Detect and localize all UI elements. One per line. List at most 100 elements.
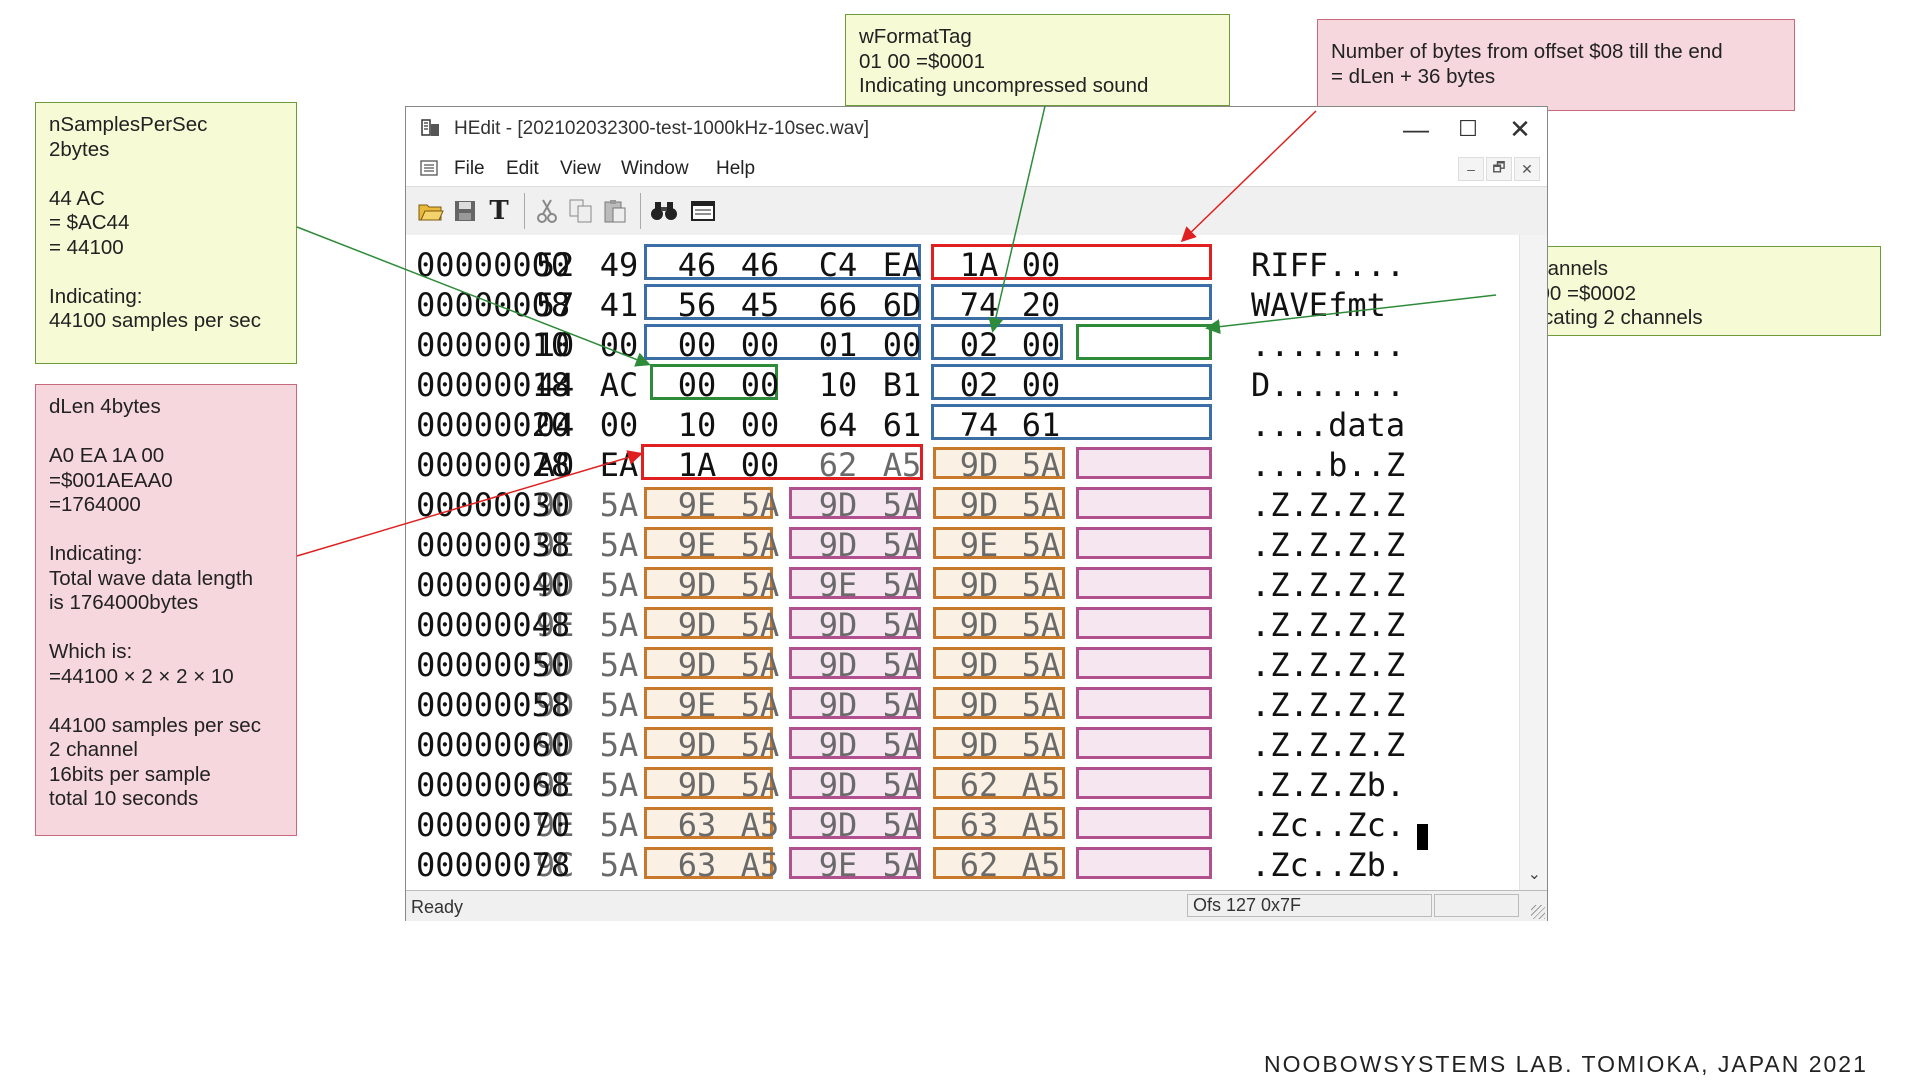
find-binoculars-icon[interactable]: [649, 195, 679, 227]
hex-byte[interactable]: 00: [734, 405, 786, 445]
hex-byte[interactable]: C4: [812, 245, 864, 285]
hex-editor-pane[interactable]: 52 49 46 46 C4 EA 1A 00 57 41 56 45 66 6D 74 20 10 00 00 00…: [406, 235, 1521, 890]
hex-byte[interactable]: 5A: [734, 765, 786, 805]
hex-byte[interactable]: 5A: [876, 805, 928, 845]
minimize-button[interactable]: —: [1390, 111, 1442, 147]
hex-byte[interactable]: 74: [953, 405, 1005, 445]
ascii-text[interactable]: .Z.Z.Z.Z: [1251, 525, 1405, 565]
paste-icon[interactable]: [600, 195, 630, 227]
hex-byte[interactable]: 46: [734, 245, 786, 285]
hex-byte[interactable]: 10: [812, 365, 864, 405]
hex-byte[interactable]: 5A: [593, 845, 645, 885]
hex-byte[interactable]: 5A: [593, 605, 645, 645]
ascii-text[interactable]: .Zc..Zc.: [1251, 805, 1405, 845]
hex-byte[interactable]: 62: [953, 845, 1005, 885]
ascii-text[interactable]: .Z.Z.Z.Z: [1251, 565, 1405, 605]
hex-byte[interactable]: 5A: [1015, 525, 1067, 565]
hex-byte[interactable]: 74: [953, 285, 1005, 325]
ascii-text[interactable]: ....data: [1251, 405, 1405, 445]
mdi-minimize-button[interactable]: –: [1458, 157, 1484, 181]
hex-byte[interactable]: 5A: [1015, 645, 1067, 685]
hex-byte[interactable]: 5A: [1015, 725, 1067, 765]
scroll-down-arrow-icon[interactable]: ⌄: [1528, 864, 1541, 884]
hex-byte[interactable]: 5A: [734, 525, 786, 565]
hex-byte[interactable]: 45: [734, 285, 786, 325]
ascii-text[interactable]: .Z.Z.Z.Z: [1251, 485, 1405, 525]
save-disk-icon[interactable]: [450, 195, 480, 227]
hex-byte[interactable]: 5A: [734, 605, 786, 645]
hex-byte[interactable]: 9D: [953, 685, 1005, 725]
ascii-text[interactable]: ........: [1251, 325, 1405, 365]
hex-byte[interactable]: A5: [1015, 845, 1067, 885]
maximize-button[interactable]: ☐: [1442, 111, 1494, 147]
hex-byte[interactable]: 5A: [593, 805, 645, 845]
title-bar[interactable]: HEdit - [202102032300-test-1000kHz-10sec…: [406, 107, 1547, 150]
hex-byte[interactable]: 5A: [876, 525, 928, 565]
hex-byte[interactable]: 46: [671, 245, 723, 285]
hex-byte[interactable]: 00: [671, 365, 723, 405]
hex-byte[interactable]: 5A: [734, 645, 786, 685]
hex-byte[interactable]: 5A: [593, 485, 645, 525]
hex-byte[interactable]: 5A: [734, 485, 786, 525]
hex-byte[interactable]: 5A: [876, 485, 928, 525]
menu-edit[interactable]: Edit: [506, 158, 539, 180]
hex-byte[interactable]: 61: [876, 405, 928, 445]
hex-byte[interactable]: A5: [1015, 805, 1067, 845]
hex-byte[interactable]: 62: [812, 445, 864, 485]
hex-byte[interactable]: 00: [734, 365, 786, 405]
hex-byte[interactable]: 00: [671, 325, 723, 365]
ascii-text[interactable]: ....b..Z: [1251, 445, 1405, 485]
hex-byte[interactable]: EA: [876, 245, 928, 285]
hex-byte[interactable]: 5A: [1015, 605, 1067, 645]
hex-byte[interactable]: 6D: [876, 285, 928, 325]
hex-byte[interactable]: 5A: [593, 725, 645, 765]
hex-byte[interactable]: 9D: [671, 645, 723, 685]
hex-byte[interactable]: 9D: [812, 525, 864, 565]
hex-byte[interactable]: 9D: [953, 645, 1005, 685]
hex-byte[interactable]: EA: [593, 445, 645, 485]
hex-byte[interactable]: 41: [593, 285, 645, 325]
ascii-text[interactable]: .Z.Z.Z.Z: [1251, 605, 1405, 645]
hex-byte[interactable]: 5A: [876, 725, 928, 765]
hex-byte[interactable]: 9E: [953, 525, 1005, 565]
hex-byte[interactable]: 5A: [1015, 565, 1067, 605]
hex-byte[interactable]: 5A: [876, 565, 928, 605]
hex-byte[interactable]: 9E: [671, 485, 723, 525]
menu-view[interactable]: View: [560, 158, 601, 180]
hex-byte[interactable]: 1A: [953, 245, 1005, 285]
hex-byte[interactable]: 9D: [812, 685, 864, 725]
copy-icon[interactable]: [566, 195, 596, 227]
hex-byte[interactable]: 49: [593, 245, 645, 285]
hex-byte[interactable]: 00: [734, 445, 786, 485]
hex-byte[interactable]: 63: [671, 805, 723, 845]
hex-byte[interactable]: 5A: [734, 725, 786, 765]
hex-byte[interactable]: 5A: [734, 565, 786, 605]
hex-byte[interactable]: 9D: [812, 645, 864, 685]
hex-byte[interactable]: 5A: [1015, 685, 1067, 725]
hex-byte[interactable]: 00: [1015, 325, 1067, 365]
cut-scissors-icon[interactable]: [532, 195, 562, 227]
open-folder-icon[interactable]: [416, 195, 446, 227]
hex-byte[interactable]: 9D: [671, 765, 723, 805]
hex-byte[interactable]: 5A: [876, 645, 928, 685]
hex-byte[interactable]: 56: [671, 285, 723, 325]
hex-byte[interactable]: 9D: [812, 485, 864, 525]
hex-byte[interactable]: 00: [876, 325, 928, 365]
hex-byte[interactable]: 9D: [953, 485, 1005, 525]
hex-byte[interactable]: 9E: [812, 845, 864, 885]
hex-byte[interactable]: 9D: [812, 765, 864, 805]
hex-byte[interactable]: 9D: [812, 605, 864, 645]
menu-help[interactable]: Help: [716, 158, 755, 180]
hex-byte[interactable]: 5A: [593, 525, 645, 565]
menu-window[interactable]: Window: [621, 158, 689, 180]
hex-byte[interactable]: 9E: [812, 565, 864, 605]
hex-byte[interactable]: 9D: [671, 565, 723, 605]
hex-byte[interactable]: 9D: [671, 725, 723, 765]
hex-byte[interactable]: 5A: [876, 845, 928, 885]
hex-byte[interactable]: 01: [812, 325, 864, 365]
hex-byte[interactable]: 00: [734, 325, 786, 365]
hex-byte[interactable]: A5: [734, 805, 786, 845]
hex-byte[interactable]: 5A: [593, 765, 645, 805]
hex-byte[interactable]: 9D: [812, 805, 864, 845]
hex-byte[interactable]: 5A: [593, 685, 645, 725]
